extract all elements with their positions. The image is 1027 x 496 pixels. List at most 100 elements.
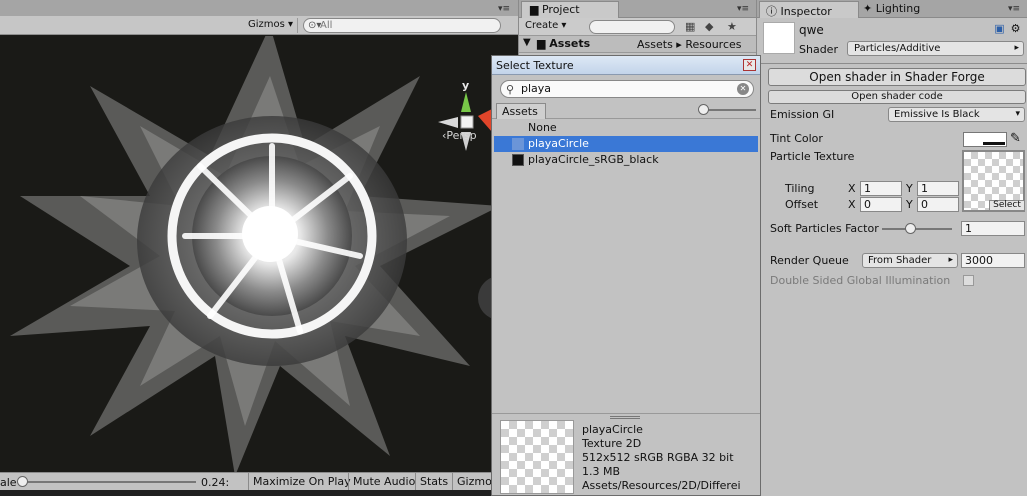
tiling-label: Tiling — [785, 182, 815, 195]
favorites-star-icon[interactable]: ★ — [727, 20, 737, 33]
offset-x-label: X — [848, 198, 856, 211]
texture-preview-info: playaCircle Texture 2D 512x512 sRGB RGBA… — [582, 423, 741, 493]
tiling-y-field[interactable]: 1 — [917, 181, 959, 196]
breadcrumb-assets[interactable]: Assets — [637, 38, 673, 51]
offset-y-label: Y — [906, 198, 913, 211]
soft-particles-field[interactable]: 1 — [961, 221, 1025, 236]
list-item-playacircle[interactable]: playaCircle — [494, 136, 758, 152]
list-item-playacircle-srgb-black[interactable]: playaCircle_sRGB_black — [494, 152, 758, 168]
preview-path: Assets/Resources/2D/Differei — [582, 479, 741, 492]
soft-particles-slider-thumb[interactable] — [905, 223, 916, 234]
open-shader-code-button[interactable]: Open shader code — [768, 90, 1026, 104]
dsgi-checkbox[interactable] — [963, 275, 974, 286]
inspector-tabstrip: ⓘ Inspector ✦ Lighting ▾≡ — [757, 0, 1027, 18]
particle-texture-label: Particle Texture — [770, 150, 855, 163]
dsgi-label: Double Sided Global Illumination — [770, 274, 951, 287]
texture-search-value: playa — [521, 82, 552, 95]
tree-assets-folder[interactable]: ▆ Assets — [537, 37, 590, 50]
texture-preview-thumbnail — [500, 420, 574, 494]
mute-audio-button[interactable]: Mute Audio — [348, 473, 419, 491]
soft-particles-label: Soft Particles Factor — [770, 222, 879, 235]
tab-assets[interactable]: Assets — [496, 103, 546, 119]
particle-texture-slot[interactable]: Select — [962, 150, 1025, 212]
icon-size-slider-thumb[interactable] — [698, 104, 709, 115]
panel-menu-icon[interactable]: ▾≡ — [1008, 4, 1020, 14]
dropdown-arrow-icon: ▸ — [948, 255, 953, 265]
search-icon: ⊙▾ — [308, 20, 322, 31]
scene-bottom-strip — [0, 490, 518, 496]
offset-label: Offset — [785, 198, 819, 211]
dialog-tabs: Assets — [492, 102, 760, 119]
tint-alpha-bar — [983, 142, 1005, 145]
panel-menu-icon[interactable]: ▾≡ — [498, 4, 510, 14]
inspector-panel: ⓘ Inspector ✦ Lighting ▾≡ qwe ▣ ⚙ Shader… — [756, 0, 1027, 496]
divider — [757, 63, 1027, 64]
shader-value: Particles/Additive — [854, 43, 941, 54]
close-icon[interactable]: ✕ — [743, 59, 756, 71]
open-shader-forge-button[interactable]: Open shader in Shader Forge — [768, 68, 1026, 86]
shader-label: Shader — [799, 43, 838, 56]
scene-viewport[interactable]: y ‹Persp — [0, 36, 518, 472]
game-view-toolbar: ale 0.24: Maximize On Play Mute Audio St… — [0, 472, 518, 491]
info-icon: ⓘ — [766, 5, 777, 18]
list-item-label: None — [528, 121, 557, 134]
project-search-input[interactable] — [589, 20, 675, 34]
emission-gi-dropdown[interactable]: Emissive Is Black ▾ — [888, 107, 1025, 122]
filter-by-type-icon[interactable]: ▦ — [685, 20, 695, 33]
project-tabstrip: ▆ Project ▾≡ — [519, 0, 757, 18]
scale-value: 0.24: — [201, 476, 230, 489]
gizmos-dropdown[interactable]: Gizmos ▾ — [244, 18, 299, 33]
preview-name: playaCircle — [582, 423, 643, 436]
dropdown-arrow-icon: ▾ — [1015, 109, 1020, 119]
texture-search-input[interactable]: ⚲ playa ✕ — [500, 80, 754, 98]
scale-slider-track[interactable] — [20, 481, 196, 483]
offset-y-field[interactable]: 0 — [917, 197, 959, 212]
render-queue-field[interactable]: 3000 — [961, 253, 1025, 268]
breadcrumb-resources[interactable]: Resources — [685, 38, 741, 51]
settings-gear-icon[interactable]: ⚙ — [1009, 22, 1022, 35]
tab-project[interactable]: ▆ Project — [521, 1, 619, 18]
clear-search-icon[interactable]: ✕ — [737, 83, 749, 95]
maximize-on-play-button[interactable]: Maximize On Play — [248, 473, 355, 491]
soft-particles-slider-track[interactable] — [882, 228, 952, 230]
expand-arrow-icon[interactable]: ▼ — [523, 37, 531, 48]
preview-splitter[interactable] — [492, 413, 760, 419]
dialog-titlebar[interactable]: Select Texture ✕ — [492, 56, 760, 75]
tiling-x-field[interactable]: 1 — [860, 181, 902, 196]
stats-button[interactable]: Stats — [415, 473, 452, 491]
dropdown-arrow-icon: ▸ — [1014, 43, 1019, 53]
create-dropdown[interactable]: Create ▾ — [525, 20, 566, 31]
texture-select-button[interactable]: Select — [989, 200, 1025, 211]
scene-search-input[interactable]: ⊙▾ All — [303, 18, 501, 33]
splitter-grip-icon — [610, 416, 640, 419]
filter-by-label-icon[interactable]: ◆ — [705, 20, 713, 33]
panel-menu-icon[interactable]: ▾≡ — [737, 4, 749, 14]
unity-editor: ▾≡ Gizmos ▾ ⊙▾ All y ‹Persp ale 0.24: Ma… — [0, 0, 1027, 496]
folder-icon: ▆ — [530, 3, 539, 16]
gizmos-toggle-button[interactable]: Gizmo — [452, 473, 496, 491]
tab-project-label: Project — [541, 3, 580, 16]
texture-thumbnail-icon — [512, 138, 524, 150]
shader-dropdown[interactable]: Particles/Additive ▸ — [847, 41, 1024, 56]
material-name: qwe — [799, 23, 824, 37]
select-texture-dialog: Select Texture ✕ ⚲ playa ✕ Assets None p… — [491, 55, 761, 496]
help-book-icon[interactable]: ▣ — [993, 22, 1006, 35]
search-icon: ⚲ — [506, 83, 515, 96]
scale-slider-thumb[interactable] — [17, 476, 28, 487]
scene-view: ▾≡ Gizmos ▾ ⊙▾ All y ‹Persp ale 0.24: Ma… — [0, 0, 518, 496]
breadcrumb: Assets ▸ Resources — [637, 38, 742, 51]
project-toolbar: Create ▾ ▦ ◆ ★ — [519, 18, 757, 36]
texture-thumbnail-icon — [512, 154, 524, 166]
persp-label[interactable]: ‹Persp — [442, 129, 477, 142]
list-item-none[interactable]: None — [494, 120, 758, 136]
render-queue-mode-dropdown[interactable]: From Shader ▸ — [862, 253, 958, 268]
material-preview-thumbnail — [763, 22, 795, 54]
scene-tabstrip: ▾≡ — [0, 0, 518, 16]
eyedropper-icon[interactable]: ✎ — [1010, 131, 1021, 146]
tab-inspector[interactable]: ⓘ Inspector — [759, 1, 859, 18]
emission-gi-value: Emissive Is Black — [894, 109, 980, 120]
offset-x-field[interactable]: 0 — [860, 197, 902, 212]
render-queue-label: Render Queue — [770, 254, 849, 267]
tab-lighting[interactable]: ✦ Lighting — [863, 2, 920, 15]
preview-format: 512x512 sRGB RGBA 32 bit — [582, 451, 734, 464]
